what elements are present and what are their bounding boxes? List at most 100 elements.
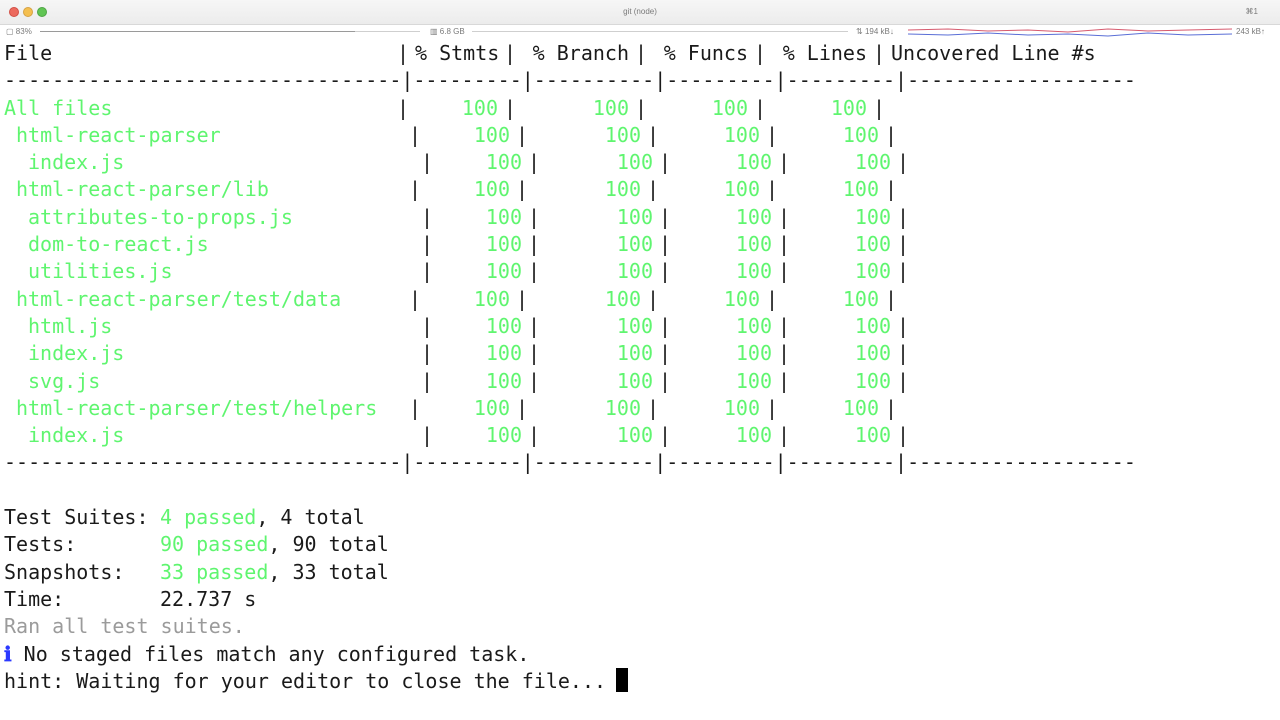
coverage-row: html-react-parser/lib | 100 | 100 | 100 | 100 | xyxy=(4,176,1276,203)
coverage-row: index.js | 100 | 100 | 100 | 100 | xyxy=(4,149,1276,176)
column-separator: | xyxy=(872,95,886,120)
header-funcs: % Funcs xyxy=(663,41,748,65)
column-separator: | xyxy=(777,341,791,366)
column-separator: | xyxy=(420,204,434,229)
coverage-file-name: svg.js xyxy=(28,368,101,393)
column-separator: | xyxy=(420,423,434,448)
column-separator: | xyxy=(896,232,910,257)
column-separator: | xyxy=(658,232,672,257)
coverage-stmts-value: 100 xyxy=(485,423,522,448)
coverage-file-name: dom-to-react.js xyxy=(28,232,209,257)
column-separator: | xyxy=(408,177,422,202)
coverage-stmts-value: 100 xyxy=(473,395,510,420)
column-separator: | xyxy=(658,423,672,448)
coverage-lines-value: 100 xyxy=(854,150,891,175)
no-staged-message: ℹ No staged files match any configured t… xyxy=(4,641,1276,668)
column-separator: | xyxy=(777,313,791,338)
column-separator: | xyxy=(884,286,898,311)
coverage-stmts-value: 100 xyxy=(485,259,522,284)
coverage-funcs-value: 100 xyxy=(723,395,760,420)
coverage-stmts-value: 100 xyxy=(485,232,522,257)
battery-status: ▢ 83% xyxy=(6,27,32,36)
coverage-funcs-value: 100 xyxy=(723,122,760,147)
coverage-row: utilities.js | 100 | 100 | 100 | 100 | xyxy=(4,258,1276,285)
column-separator: | xyxy=(420,341,434,366)
column-separator: | xyxy=(515,177,529,202)
coverage-table-body: All files | 100 | 100 | 100 | 100 | html-react-par… xyxy=(4,95,1276,450)
coverage-branch-value: 100 xyxy=(592,95,629,120)
coverage-branch-value: 100 xyxy=(604,122,641,147)
column-separator: | xyxy=(527,313,541,338)
column-separator: | xyxy=(515,122,529,147)
memory-status: ▥ 6.8 GB xyxy=(430,27,465,36)
column-separator: | xyxy=(884,395,898,420)
coverage-row: index.js | 100 | 100 | 100 | 100 | xyxy=(4,340,1276,367)
battery-icon: ▢ xyxy=(6,27,14,36)
column-separator: | xyxy=(658,150,672,175)
coverage-branch-value: 100 xyxy=(604,286,641,311)
summary-time: Time: 22.737 s xyxy=(4,586,1276,613)
column-separator: | xyxy=(777,368,791,393)
coverage-stmts-value: 100 xyxy=(485,341,522,366)
coverage-header-row: File |% Stmts |% Branch |% Funcs |% Lines | Un… xyxy=(4,40,1276,67)
tab-shortcut: ⌘1 xyxy=(1245,7,1258,16)
coverage-funcs-value: 100 xyxy=(735,341,772,366)
coverage-stmts-value: 100 xyxy=(485,368,522,393)
column-separator: | xyxy=(896,259,910,284)
column-separator: | xyxy=(646,122,660,147)
coverage-branch-value: 100 xyxy=(616,204,653,229)
coverage-file-name: attributes-to-props.js xyxy=(28,204,293,229)
column-separator: | xyxy=(777,423,791,448)
column-separator: | xyxy=(765,122,779,147)
coverage-stmts-value: 100 xyxy=(473,122,510,147)
column-separator: | xyxy=(527,204,541,229)
coverage-file-name: html.js xyxy=(28,313,113,338)
summary-tests: Tests: 90 passed, 90 total xyxy=(4,531,1276,558)
coverage-funcs-value: 100 xyxy=(735,368,772,393)
summary-snapshots: Snapshots: 33 passed, 33 total xyxy=(4,559,1276,586)
coverage-funcs-value: 100 xyxy=(723,286,760,311)
column-separator: | xyxy=(896,368,910,393)
coverage-stmts-value: 100 xyxy=(485,150,522,175)
status-strip: ▢ 83% ▥ 6.8 GB ⇅ 194 kB↓ 243 kB↑ xyxy=(0,25,1280,39)
coverage-branch-value: 100 xyxy=(604,395,641,420)
coverage-lines-value: 100 xyxy=(842,177,879,202)
coverage-funcs-value: 100 xyxy=(711,95,748,120)
column-separator: | xyxy=(527,341,541,366)
summary-test-suites: Test Suites: 4 passed, 4 total xyxy=(4,504,1276,531)
test-suites-label: Test Suites: xyxy=(4,505,149,530)
coverage-stmts-value: 100 xyxy=(473,177,510,202)
info-icon: ℹ xyxy=(4,641,12,666)
coverage-lines-value: 100 xyxy=(842,286,879,311)
coverage-lines-value: 100 xyxy=(842,395,879,420)
column-separator: | xyxy=(896,204,910,229)
coverage-lines-value: 100 xyxy=(854,204,891,229)
no-staged-text: No staged files match any configured tas… xyxy=(23,641,530,666)
coverage-file-name: index.js xyxy=(28,423,125,448)
network-down-value: 194 kB↓ xyxy=(864,27,894,36)
column-separator: | xyxy=(765,177,779,202)
battery-meter-fill xyxy=(40,31,356,32)
coverage-branch-value: 100 xyxy=(604,177,641,202)
coverage-funcs-value: 100 xyxy=(735,232,772,257)
column-separator: | xyxy=(658,259,672,284)
coverage-branch-value: 100 xyxy=(616,259,653,284)
coverage-divider-top: ---------------------------------|------… xyxy=(4,68,1136,93)
memory-icon: ▥ xyxy=(430,27,438,36)
tests-passed: 90 passed xyxy=(160,532,269,557)
column-separator: | xyxy=(420,368,434,393)
coverage-branch-value: 100 xyxy=(616,368,653,393)
coverage-row: index.js | 100 | 100 | 100 | 100 | xyxy=(4,422,1276,449)
network-activity-graph xyxy=(908,28,1232,37)
header-uncovered: Uncovered Line #s xyxy=(891,41,1096,65)
terminal-cursor xyxy=(616,667,629,692)
memory-meter xyxy=(472,31,848,32)
column-separator: | xyxy=(634,95,648,120)
column-separator: | xyxy=(515,395,529,420)
column-separator: | xyxy=(777,204,791,229)
coverage-file-name: html-react-parser/test/data xyxy=(16,286,342,311)
time-value: 22.737 s xyxy=(160,586,257,611)
column-separator: | xyxy=(420,259,434,284)
battery-meter xyxy=(40,31,420,32)
terminal-output[interactable]: File | % Stmts | % Branch | % Funcs | % Lines | Un… xyxy=(4,40,1276,695)
